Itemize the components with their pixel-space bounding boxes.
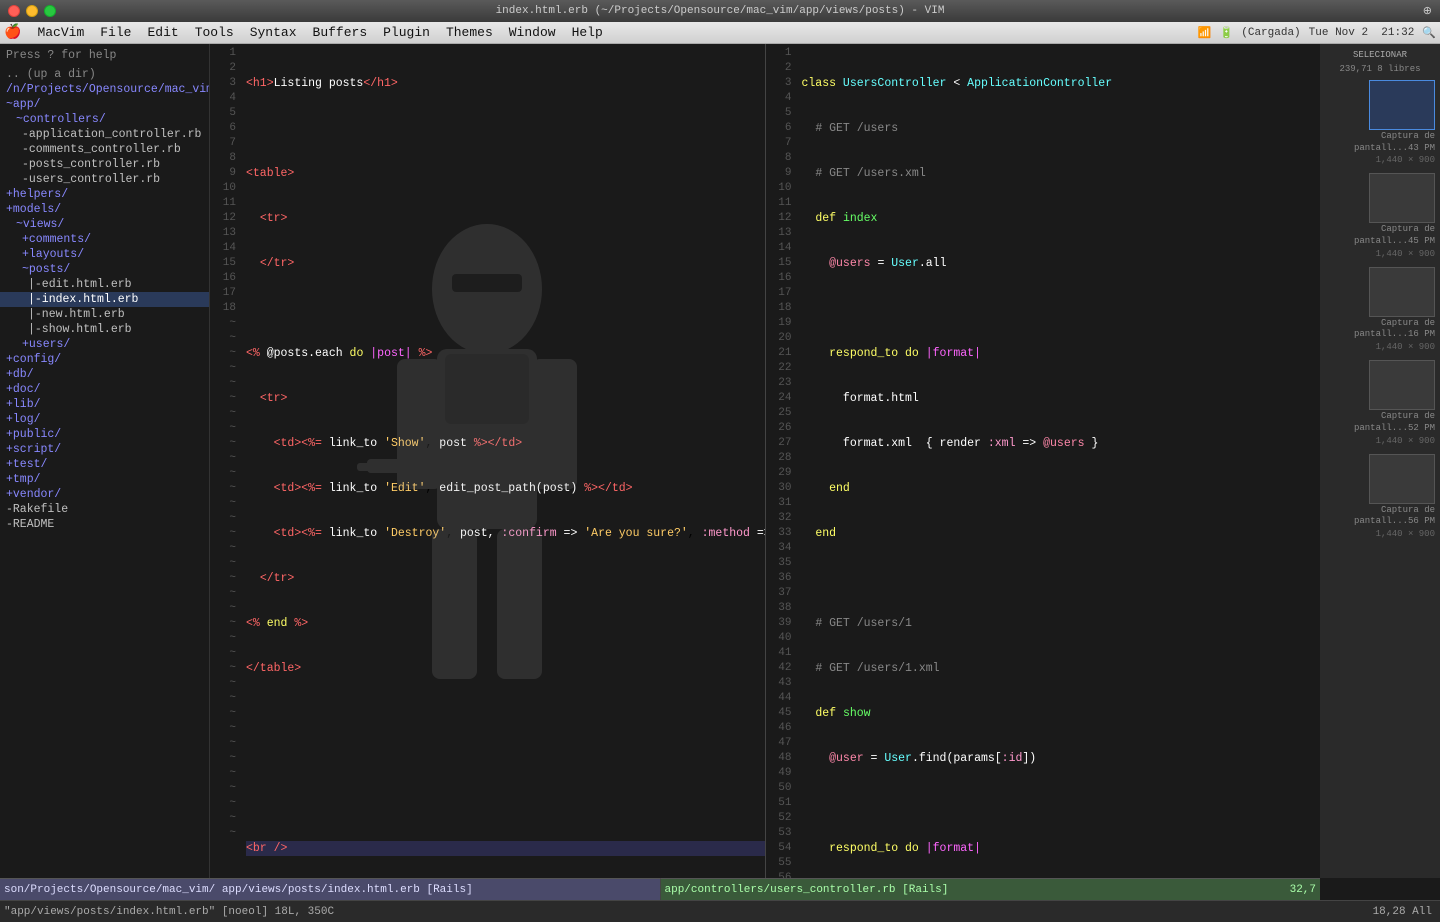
filetree-log[interactable]: +log/ bbox=[0, 412, 209, 427]
filetree-comments[interactable]: +comments/ bbox=[0, 232, 209, 247]
menu-help[interactable]: Help bbox=[564, 23, 611, 42]
thumb-label-4: Captura depantall...52 PM bbox=[1354, 411, 1435, 434]
filetree-show[interactable]: |-show.html.erb bbox=[0, 322, 209, 337]
right-status-pos: 32,7 bbox=[1290, 884, 1316, 896]
thumb-preview-5[interactable] bbox=[1369, 454, 1435, 504]
titlebar: index.html.erb (~/Projects/Opensource/ma… bbox=[0, 0, 1440, 22]
right-code-content[interactable]: class UsersController < ApplicationContr… bbox=[798, 44, 1321, 878]
menubar: 🍎 MacVim File Edit Tools Syntax Buffers … bbox=[0, 22, 1440, 44]
menu-window[interactable]: Window bbox=[501, 23, 564, 42]
menu-syntax[interactable]: Syntax bbox=[242, 23, 305, 42]
thumbnail-panel: SELECIONAR 239,71 8 libres Captura depan… bbox=[1320, 44, 1440, 878]
menu-tools[interactable]: Tools bbox=[187, 23, 242, 42]
thumb-label-2: Captura depantall...45 PM bbox=[1354, 224, 1435, 247]
right-statusbar: app/controllers/users_controller.rb [Rai… bbox=[661, 878, 1321, 900]
left-statusbar: son/Projects/Opensource/mac_vim/ app/vie… bbox=[0, 878, 661, 900]
thumbnail-1[interactable]: Captura depantall...43 PM 1,440 × 900 bbox=[1325, 80, 1435, 165]
filetree-test[interactable]: +test/ bbox=[0, 457, 209, 472]
window-title: index.html.erb (~/Projects/Opensource/ma… bbox=[496, 5, 945, 17]
filetree-models[interactable]: +models/ bbox=[0, 202, 209, 217]
menu-plugin[interactable]: Plugin bbox=[375, 23, 438, 42]
filetree-edit[interactable]: |-edit.html.erb bbox=[0, 277, 209, 292]
filetree-helpers[interactable]: +helpers/ bbox=[0, 187, 209, 202]
filetree-readme[interactable]: -README bbox=[0, 517, 209, 532]
filetree-script[interactable]: +script/ bbox=[0, 442, 209, 457]
filetree-commentsctrl[interactable]: -comments_controller.rb bbox=[0, 142, 209, 157]
menubar-status: 📶🔋(Cargada)Tue Nov 2 21:32🔍 bbox=[1198, 26, 1436, 40]
filetree-public[interactable]: +public/ bbox=[0, 427, 209, 442]
thumb-preview-4[interactable] bbox=[1369, 360, 1435, 410]
filetree-index[interactable]: |-index.html.erb bbox=[0, 292, 209, 307]
left-editor[interactable]: 1 2 3 4 5 6 7 8 9 10 11 12 13 14 15 16 1… bbox=[210, 44, 766, 878]
thumbnail-2[interactable]: Captura depantall...45 PM 1,440 × 900 bbox=[1325, 173, 1435, 258]
filetree-new[interactable]: |-new.html.erb bbox=[0, 307, 209, 322]
filetree-root[interactable]: /n/Projects/Opensource/mac_vim/ bbox=[0, 82, 209, 97]
left-line-numbers: 1 2 3 4 5 6 7 8 9 10 11 12 13 14 15 16 1… bbox=[210, 44, 242, 878]
menu-themes[interactable]: Themes bbox=[438, 23, 501, 42]
right-status-file: app/controllers/users_controller.rb [Rai… bbox=[665, 884, 949, 896]
titlebar-right: ⊕ bbox=[1423, 4, 1432, 18]
menu-buffers[interactable]: Buffers bbox=[305, 23, 376, 42]
file-tree: Press ? for help .. (up a dir) /n/Projec… bbox=[0, 44, 210, 878]
apple-menu[interactable]: 🍎 bbox=[4, 24, 21, 41]
minimize-button[interactable] bbox=[26, 5, 38, 17]
bottom-status-left: "app/views/posts/index.html.erb" [noeol]… bbox=[0, 906, 1373, 918]
thumb-label-5: Captura depantall...56 PM bbox=[1354, 505, 1435, 528]
thumb-size-2: 1,440 × 900 bbox=[1376, 249, 1435, 259]
filetree-appctrl[interactable]: -application_controller.rb bbox=[0, 127, 209, 142]
filetree-vendor[interactable]: +vendor/ bbox=[0, 487, 209, 502]
traffic-lights[interactable] bbox=[8, 5, 56, 17]
left-code-content[interactable]: <h1>Listing posts</h1> <table> <tr> </tr… bbox=[242, 44, 765, 878]
bottom-statusbar: "app/views/posts/index.html.erb" [noeol]… bbox=[0, 900, 1440, 922]
thumb-size-1: 1,440 × 900 bbox=[1376, 155, 1435, 165]
filetree-app[interactable]: ~app/ bbox=[0, 97, 209, 112]
maximize-button[interactable] bbox=[44, 5, 56, 17]
filetree-press-hint: Press ? for help bbox=[0, 48, 209, 63]
filetree-config[interactable]: +config/ bbox=[0, 352, 209, 367]
thumb-count: 239,71 8 libres bbox=[1325, 64, 1435, 78]
menu-macvim[interactable]: MacVim bbox=[29, 23, 92, 42]
filetree-rakefile[interactable]: -Rakefile bbox=[0, 502, 209, 517]
thumb-preview-1[interactable] bbox=[1369, 80, 1435, 130]
filetree-lib[interactable]: +lib/ bbox=[0, 397, 209, 412]
filetree-posts[interactable]: ~posts/ bbox=[0, 262, 209, 277]
bottom-status-right: 18,28 All bbox=[1373, 906, 1440, 918]
thumb-label-3: Captura depantall...16 PM bbox=[1354, 318, 1435, 341]
filetree-layouts[interactable]: +layouts/ bbox=[0, 247, 209, 262]
close-button[interactable] bbox=[8, 5, 20, 17]
thumbnail-3[interactable]: Captura depantall...16 PM 1,440 × 900 bbox=[1325, 267, 1435, 352]
thumb-preview-3[interactable] bbox=[1369, 267, 1435, 317]
filetree-views[interactable]: ~views/ bbox=[0, 217, 209, 232]
right-editor[interactable]: 1 2 3 4 5 6 7 8 9 10 11 12 13 14 15 16 1… bbox=[766, 44, 1321, 878]
thumbnail-4[interactable]: Captura depantall...52 PM 1,440 × 900 bbox=[1325, 360, 1435, 445]
filetree-controllers[interactable]: ~controllers/ bbox=[0, 112, 209, 127]
editor-container: Press ? for help .. (up a dir) /n/Projec… bbox=[0, 44, 1440, 878]
filetree-postsctrl[interactable]: -posts_controller.rb bbox=[0, 157, 209, 172]
menu-edit[interactable]: Edit bbox=[139, 23, 186, 42]
filetree-users-dir[interactable]: +users/ bbox=[0, 337, 209, 352]
filetree-db[interactable]: +db/ bbox=[0, 367, 209, 382]
filetree-doc[interactable]: +doc/ bbox=[0, 382, 209, 397]
filetree-tmp[interactable]: +tmp/ bbox=[0, 472, 209, 487]
thumb-size-3: 1,440 × 900 bbox=[1376, 342, 1435, 352]
filetree-usersctrl[interactable]: -users_controller.rb bbox=[0, 172, 209, 187]
thumb-label-1: Captura depantall...43 PM bbox=[1354, 131, 1435, 154]
menu-file[interactable]: File bbox=[92, 23, 139, 42]
dual-statusbar: son/Projects/Opensource/mac_vim/ app/vie… bbox=[0, 878, 1440, 900]
right-line-numbers: 1 2 3 4 5 6 7 8 9 10 11 12 13 14 15 16 1… bbox=[766, 44, 798, 878]
filetree-updir[interactable]: .. (up a dir) bbox=[0, 67, 209, 82]
left-status-text: son/Projects/Opensource/mac_vim/ app/vie… bbox=[4, 884, 473, 896]
thumb-select-label: SELECIONAR bbox=[1325, 48, 1435, 62]
thumbnail-5[interactable]: Captura depantall...56 PM 1,440 × 900 bbox=[1325, 454, 1435, 539]
thumb-preview-2[interactable] bbox=[1369, 173, 1435, 223]
thumb-size-5: 1,440 × 900 bbox=[1376, 529, 1435, 539]
thumb-size-4: 1,440 × 900 bbox=[1376, 436, 1435, 446]
